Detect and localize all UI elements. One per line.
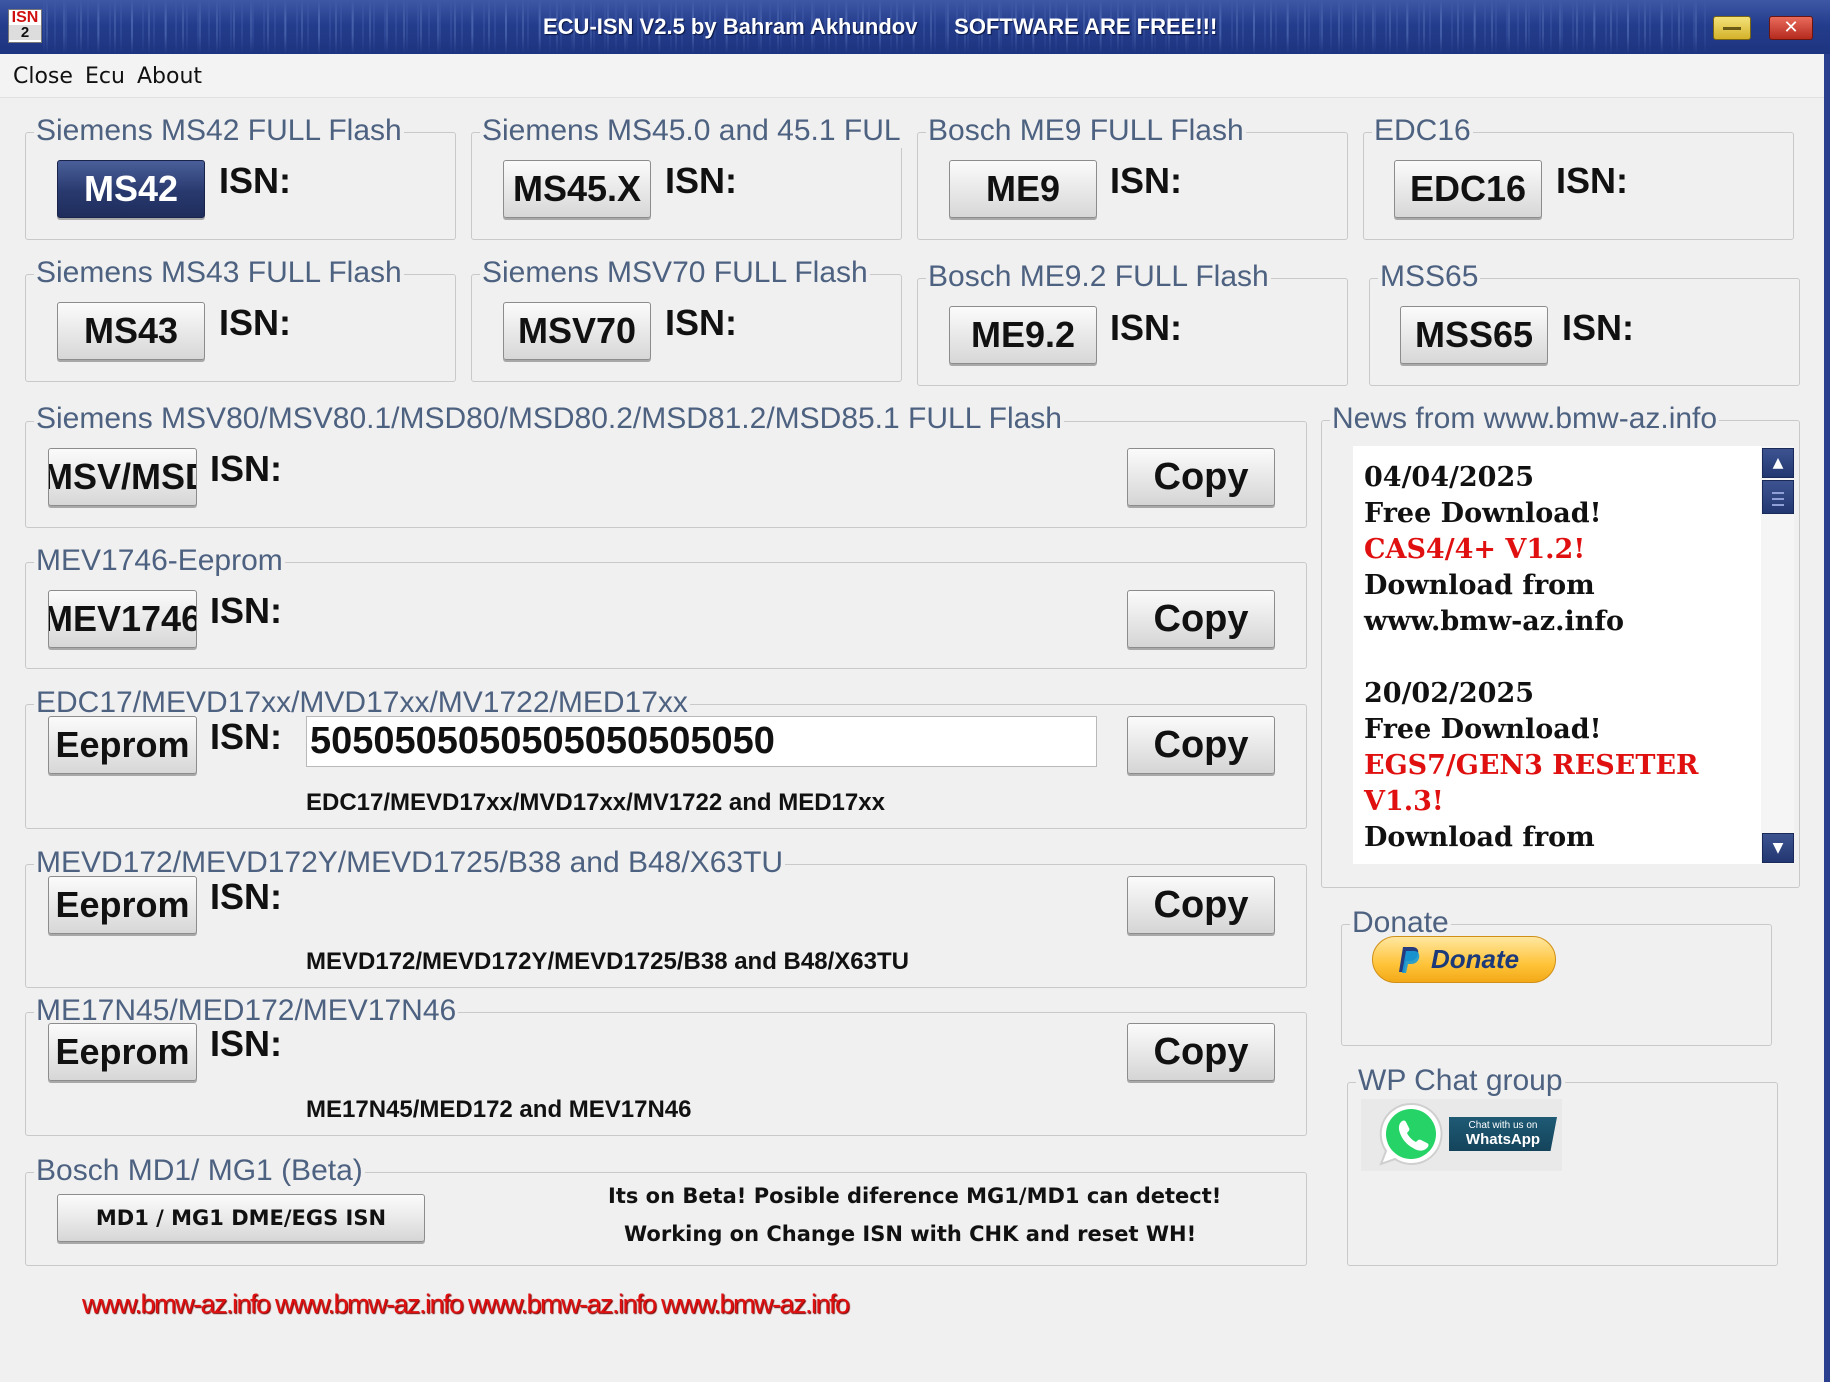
mev1746-isn-label: ISN: xyxy=(210,590,282,631)
news-2-download: Download from xyxy=(1364,822,1595,853)
group-title-msv70: Siemens MSV70 FULL Flash xyxy=(480,256,870,290)
msv80-copy-button[interactable]: Copy xyxy=(1127,448,1275,506)
msv80-isn-label: ISN: xyxy=(210,448,282,489)
menu-ecu[interactable]: Ecu xyxy=(85,64,125,89)
menu-bar: Close Ecu About xyxy=(0,54,1830,98)
ms43-isn-label: ISN: xyxy=(219,302,291,343)
scroll-up-icon[interactable]: ▲ xyxy=(1762,448,1794,478)
me9-isn-label: ISN: xyxy=(1110,160,1182,201)
ms43-button[interactable]: MS43 xyxy=(57,302,205,360)
menu-close[interactable]: Close xyxy=(13,64,73,89)
mev1746-copy-button[interactable]: Copy xyxy=(1127,590,1275,648)
me17n45-isn-label: ISN: xyxy=(210,1023,282,1064)
news-1-date: 04/04/2025 xyxy=(1364,462,1535,493)
window-border xyxy=(1824,54,1830,1382)
msv70-button[interactable]: MSV70 xyxy=(503,302,651,360)
group-title-me92: Bosch ME9.2 FULL Flash xyxy=(926,260,1271,294)
mss65-isn-label: ISN: xyxy=(1562,307,1634,348)
me92-isn-label: ISN: xyxy=(1110,307,1182,348)
ms42-isn-label: ISN: xyxy=(219,160,291,201)
msv80-button[interactable]: MSV/MSD xyxy=(48,448,197,506)
title-bar: ISN 2 ECU-ISN V2.5 by Bahram Akhundov SO… xyxy=(0,0,1830,54)
site-link-1[interactable]: www.bmw-az.info xyxy=(82,1289,271,1320)
mevd172-copy-button[interactable]: Copy xyxy=(1127,876,1275,934)
mss65-button[interactable]: MSS65 xyxy=(1400,306,1548,364)
group-title-edc16: EDC16 xyxy=(1372,114,1473,148)
md1-mg1-isn-button[interactable]: MD1 / MG1 DME/EGS ISN xyxy=(57,1194,425,1242)
edc16-isn-label: ISN: xyxy=(1556,160,1628,201)
me17n45-caption: ME17N45/MED172 and MEV17N46 xyxy=(306,1096,692,1123)
site-link-4[interactable]: www.bmw-az.info xyxy=(661,1289,850,1320)
msv70-isn-label: ISN: xyxy=(665,302,737,343)
news-1-download: Download from xyxy=(1364,570,1595,601)
beta-note-line-1: Its on Beta! Posible diference MG1/MD1 c… xyxy=(608,1184,1222,1208)
app-logo-top: ISN xyxy=(11,9,39,26)
minimize-button[interactable] xyxy=(1713,16,1751,40)
app-logo-icon: ISN 2 xyxy=(8,9,42,43)
donate-button[interactable]: Donate xyxy=(1372,936,1556,983)
app-logo-bottom: 2 xyxy=(9,25,41,40)
edc17-isn-label: ISN: xyxy=(210,716,282,757)
news-2-line: Free Download! xyxy=(1364,714,1602,745)
me17n45-eeprom-button[interactable]: Eeprom xyxy=(48,1023,197,1081)
whatsapp-badge-text: Chat with us on WhatsApp xyxy=(1449,1117,1557,1151)
group-title-edc17: EDC17/MEVD17xx/MVD17xx/MV1722/MED17xx xyxy=(34,686,690,720)
group-title-mev1746: MEV1746-Eeprom xyxy=(34,544,285,578)
paypal-icon xyxy=(1399,947,1420,973)
news-2-highlight-2: V1.3! xyxy=(1364,786,1444,817)
group-title-md1: Bosch MD1/ MG1 (Beta) xyxy=(34,1154,365,1188)
ms42-button[interactable]: MS42 xyxy=(57,160,205,218)
mevd172-isn-label: ISN: xyxy=(210,876,282,917)
news-content: 04/04/2025 Free Download! CAS4/4+ V1.2! … xyxy=(1364,460,1744,856)
mevd172-caption: MEVD172/MEVD172Y/MEVD1725/B38 and B48/X6… xyxy=(306,948,909,975)
group-title-ms42: Siemens MS42 FULL Flash xyxy=(34,114,404,148)
ms45-isn-label: ISN: xyxy=(665,160,737,201)
minimize-icon xyxy=(1723,27,1741,30)
whatsapp-chat-button[interactable]: Chat with us on WhatsApp xyxy=(1361,1099,1562,1171)
mev1746-button[interactable]: MEV1746 xyxy=(48,590,197,648)
group-title-ms45: Siemens MS45.0 and 45.1 FUL xyxy=(480,114,903,148)
whatsapp-badge-large: WhatsApp xyxy=(1465,1131,1541,1148)
group-title-msv80: Siemens MSV80/MSV80.1/MSD80/MSD80.2/MSD8… xyxy=(34,402,1064,436)
close-button[interactable]: ✕ xyxy=(1769,16,1813,40)
edc17-copy-button[interactable]: Copy xyxy=(1127,716,1275,774)
group-title-mevd172: MEVD172/MEVD172Y/MEVD1725/B38 and B48/X6… xyxy=(34,846,786,880)
edc17-isn-field[interactable] xyxy=(306,716,1097,767)
news-1-site[interactable]: www.bmw-az.info xyxy=(1364,604,1744,640)
mevd172-eeprom-button[interactable]: Eeprom xyxy=(48,876,197,934)
donate-title: Donate xyxy=(1350,906,1451,940)
news-spacer xyxy=(1364,640,1744,676)
site-link-3[interactable]: www.bmw-az.info xyxy=(468,1289,657,1320)
whatsapp-title: WP Chat group xyxy=(1356,1064,1565,1098)
beta-note-line-2: Working on Change ISN with CHK and reset… xyxy=(624,1222,1197,1246)
news-1-highlight: CAS4/4+ V1.2! xyxy=(1364,534,1586,565)
me9-button[interactable]: ME9 xyxy=(949,160,1097,218)
edc17-eeprom-button[interactable]: Eeprom xyxy=(48,716,197,774)
news-feed[interactable]: 04/04/2025 Free Download! CAS4/4+ V1.2! … xyxy=(1353,446,1761,864)
site-link-2[interactable]: www.bmw-az.info xyxy=(275,1289,464,1320)
scroll-down-icon[interactable]: ▼ xyxy=(1762,833,1794,863)
window-title: ECU-ISN V2.5 by Bahram Akhundov SOFTWARE… xyxy=(543,14,1218,39)
group-title-ms43: Siemens MS43 FULL Flash xyxy=(34,256,404,290)
menu-about[interactable]: About xyxy=(137,64,202,89)
me92-button[interactable]: ME9.2 xyxy=(949,306,1097,364)
close-icon: ✕ xyxy=(1783,17,1799,38)
whatsapp-icon xyxy=(1379,1102,1443,1166)
me17n45-copy-button[interactable]: Copy xyxy=(1127,1023,1275,1081)
donate-button-label: Donate xyxy=(1431,944,1520,974)
news-1-line: Free Download! xyxy=(1364,498,1602,529)
scroll-thumb[interactable] xyxy=(1762,480,1794,514)
group-title-mss65: MSS65 xyxy=(1378,260,1481,294)
news-2-date: 20/02/2025 xyxy=(1364,678,1535,709)
group-title-me9: Bosch ME9 FULL Flash xyxy=(926,114,1246,148)
news-2-highlight-1: EGS7/GEN3 RESETER xyxy=(1364,750,1699,781)
edc17-caption: EDC17/MEVD17xx/MVD17xx/MV1722 and MED17x… xyxy=(306,789,885,816)
ms45-button[interactable]: MS45.X xyxy=(503,160,651,218)
news-title: News from www.bmw-az.info xyxy=(1330,402,1720,436)
edc16-button[interactable]: EDC16 xyxy=(1394,160,1542,218)
